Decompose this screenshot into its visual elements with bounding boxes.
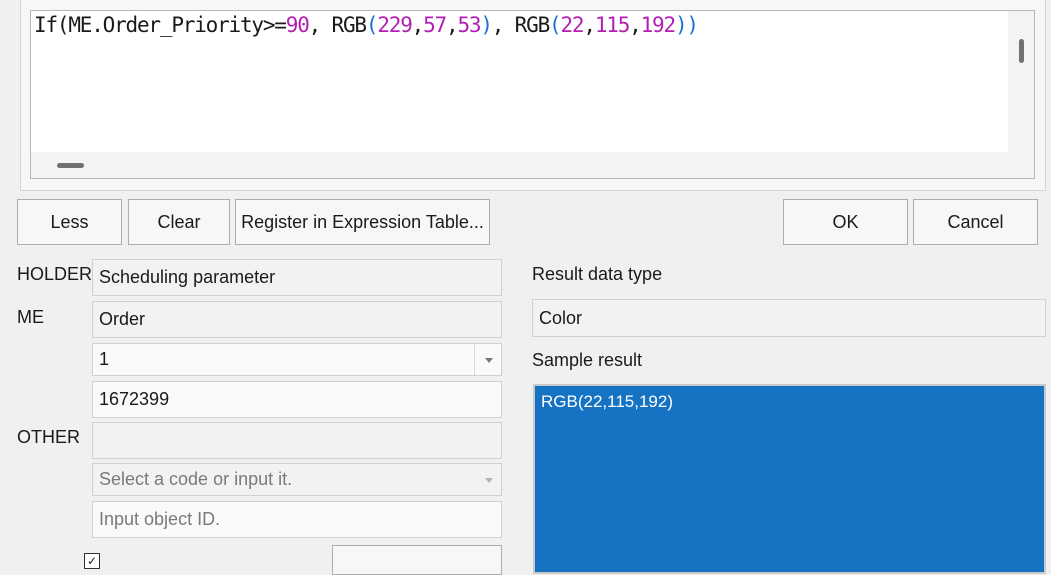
other-code-placeholder: Select a code or input it. — [99, 469, 293, 489]
horizontal-scroll-thumb[interactable] — [57, 163, 84, 168]
sample-result-label: Sample result — [532, 350, 643, 370]
sample-result-preview: RGB(22,115,192) — [533, 384, 1046, 574]
chevron-down-icon[interactable] — [485, 357, 493, 363]
expression-token: 192 — [640, 13, 677, 37]
expression-token: ( — [365, 13, 379, 37]
other-code-dropdown[interactable]: Select a code or input it. — [92, 463, 502, 496]
expression-token: ) — [480, 13, 493, 37]
expression-token: , RGB — [491, 13, 550, 37]
expression-token: 57 — [423, 13, 447, 37]
expression-token: 115 — [594, 13, 631, 37]
expression-token: , — [446, 13, 459, 37]
expression-token: , RGB — [308, 13, 367, 37]
result-type-label: Result data type — [532, 264, 663, 284]
less-button[interactable]: Less — [17, 199, 122, 245]
expression-token: , — [583, 13, 596, 37]
expression-editor[interactable]: If(ME.Order_Priority>=90, RGB(229,57,53)… — [30, 10, 1035, 179]
me-id-input[interactable]: 1672399 — [92, 381, 502, 418]
bottom-button-stub[interactable] — [332, 545, 502, 575]
scrollbar-corner — [1008, 152, 1034, 178]
chevron-down-icon[interactable] — [485, 477, 493, 483]
sample-result-value: RGB(22,115,192) — [541, 392, 673, 411]
holder-field: Scheduling parameter — [92, 259, 502, 296]
expression-token: 53 — [457, 13, 481, 37]
result-type-field: Color — [532, 299, 1046, 337]
other-id-input[interactable]: Input object ID. — [92, 501, 502, 538]
expression-token: )) — [674, 13, 699, 37]
me-index-dropdown[interactable]: 1 — [92, 343, 502, 376]
vertical-scroll-thumb[interactable] — [1019, 39, 1024, 63]
vertical-scrollbar[interactable] — [1008, 11, 1034, 153]
clear-button[interactable]: Clear — [128, 199, 230, 245]
me-field: Order — [92, 301, 502, 338]
holder-label: HOLDER — [17, 264, 93, 284]
expression-token: 90 — [285, 13, 310, 37]
expression-token: , — [629, 13, 642, 37]
expression-token: ( — [549, 13, 562, 37]
expression-token: 229 — [377, 13, 413, 37]
auto-update-checkbox[interactable]: ✓ — [84, 553, 100, 569]
other-label: OTHER — [17, 427, 80, 447]
other-id-placeholder: Input object ID. — [99, 509, 221, 529]
cancel-button[interactable]: Cancel — [913, 199, 1038, 245]
expression-token: , — [411, 13, 425, 37]
other-field — [92, 422, 502, 459]
expression-token: If(ME.Order_Priority>= — [34, 13, 287, 37]
horizontal-scrollbar[interactable] — [31, 152, 1034, 178]
expression-text[interactable]: If(ME.Order_Priority>=90, RGB(229,57,53)… — [34, 13, 699, 37]
me-index-value: 1 — [99, 349, 110, 369]
ok-button[interactable]: OK — [783, 199, 908, 245]
expression-token: 22 — [560, 13, 584, 37]
me-label: ME — [17, 307, 44, 327]
dropdown-separator — [474, 344, 475, 375]
register-expression-button[interactable]: Register in Expression Table... — [235, 199, 490, 245]
